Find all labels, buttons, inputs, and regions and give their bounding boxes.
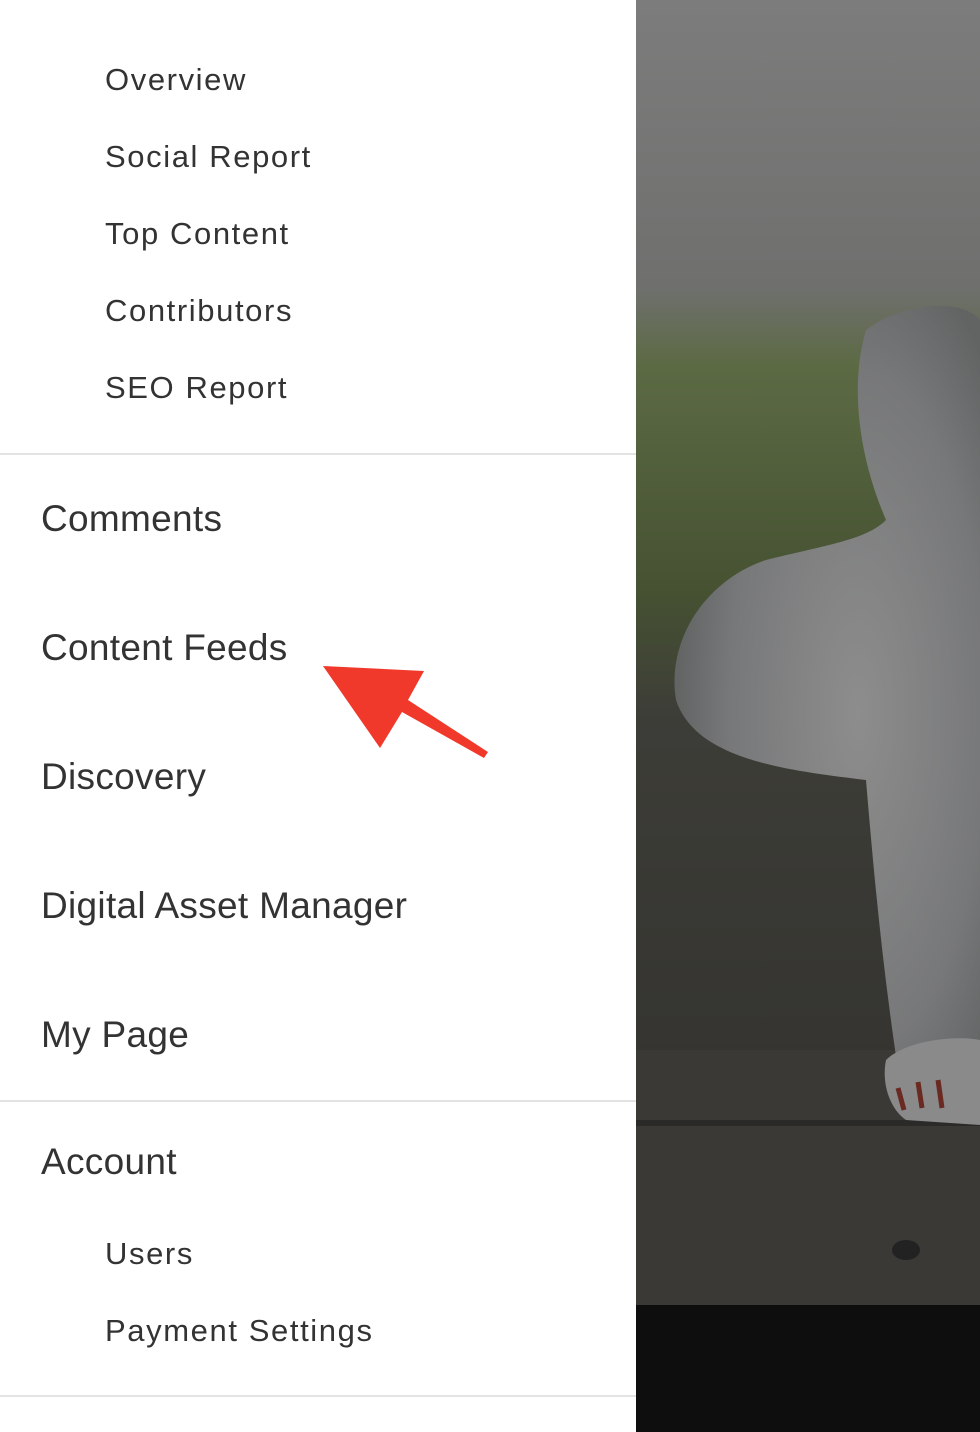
nav-item-contributors[interactable]: Contributors [105,295,293,326]
section-heading-cut-off: ▔▔▔ [42,0,114,5]
dark-footer-strip [636,1305,980,1432]
dimmed-backdrop[interactable] [636,0,980,1432]
nav-item-social-report[interactable]: Social Report [105,141,312,172]
navigation-drawer: ▔▔▔ Overview Social Report Top Content C… [0,0,636,1432]
divider [0,453,636,455]
nav-item-seo-report[interactable]: SEO Report [105,372,288,403]
nav-item-discovery[interactable]: Discovery [41,758,206,795]
nav-item-top-content[interactable]: Top Content [105,218,290,249]
nav-item-comments[interactable]: Comments [41,500,222,537]
background-photo-cat [636,0,980,1305]
nav-item-users[interactable]: Users [105,1238,194,1269]
nav-item-payment-settings[interactable]: Payment Settings [105,1315,374,1346]
nav-item-overview[interactable]: Overview [105,64,247,95]
nav-section-account[interactable]: Account [41,1143,177,1180]
divider [0,1100,636,1102]
divider [0,1395,636,1397]
nav-item-content-feeds[interactable]: Content Feeds [41,629,288,666]
nav-item-my-page[interactable]: My Page [41,1016,189,1053]
nav-item-digital-asset-manager[interactable]: Digital Asset Manager [41,887,407,924]
